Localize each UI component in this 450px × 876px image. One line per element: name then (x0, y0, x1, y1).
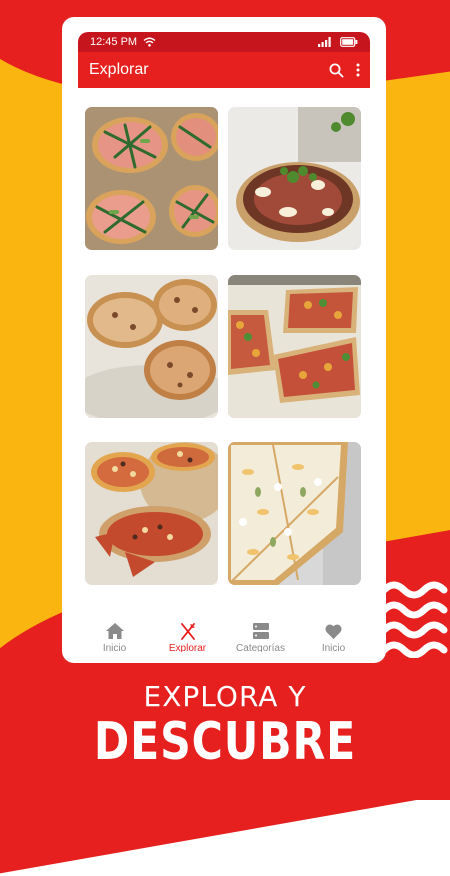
bottom-navigation: Inicio Explorar Categorías Inicio (78, 622, 370, 652)
nav-item-favoritos[interactable]: Inicio (299, 622, 369, 652)
nav-item-categorias[interactable]: Categorías (226, 622, 296, 652)
page-title: Explorar (89, 61, 149, 78)
pizza-minis-salami-image (85, 442, 218, 585)
signal-icon (318, 37, 331, 47)
recipe-card[interactable] (85, 275, 218, 418)
pizza-prosciutto-herbs-image (228, 107, 361, 250)
status-time: 12:45 PM (90, 36, 138, 48)
nav-item-explorar[interactable]: Explorar (153, 622, 223, 652)
wifi-icon (143, 37, 156, 47)
flatbread-tomato-basil-image (228, 275, 361, 418)
recipe-card[interactable] (228, 275, 361, 418)
nav-label: Categorías (236, 643, 285, 652)
heart-icon (325, 624, 342, 639)
home-icon (105, 623, 124, 639)
pizza-prosciutto-arugula-image (85, 107, 218, 250)
fork-knife-icon (180, 622, 195, 640)
recipe-card[interactable] (85, 442, 218, 585)
nav-item-inicio[interactable]: Inicio (80, 622, 150, 652)
search-icon[interactable] (329, 63, 344, 78)
waves-decoration (380, 581, 448, 658)
recipe-card[interactable] (85, 107, 218, 250)
nav-label: Inicio (321, 643, 346, 652)
app-bar: Explorar (78, 52, 370, 88)
app-screen: 12:45 PM Explorar Inicio Explorar Catego… (78, 32, 370, 652)
promo-headline-line2: DESCUBRE (93, 712, 357, 772)
more-vert-icon[interactable] (356, 63, 360, 77)
status-bar: 12:45 PM (78, 32, 370, 52)
pizza-cheese-mushroom-image (85, 275, 218, 418)
nav-label: Explorar (168, 643, 207, 652)
phone-frame: 12:45 PM Explorar Inicio Explorar Catego… (62, 17, 386, 663)
categories-icon (252, 623, 269, 639)
battery-icon (340, 37, 358, 47)
nav-label: Inicio (102, 643, 127, 652)
promo-headline-line1: EXPLORA Y (143, 680, 307, 713)
recipe-card[interactable] (228, 107, 361, 250)
white-pizza-pear-image (228, 442, 361, 585)
recipe-card[interactable] (228, 442, 361, 585)
